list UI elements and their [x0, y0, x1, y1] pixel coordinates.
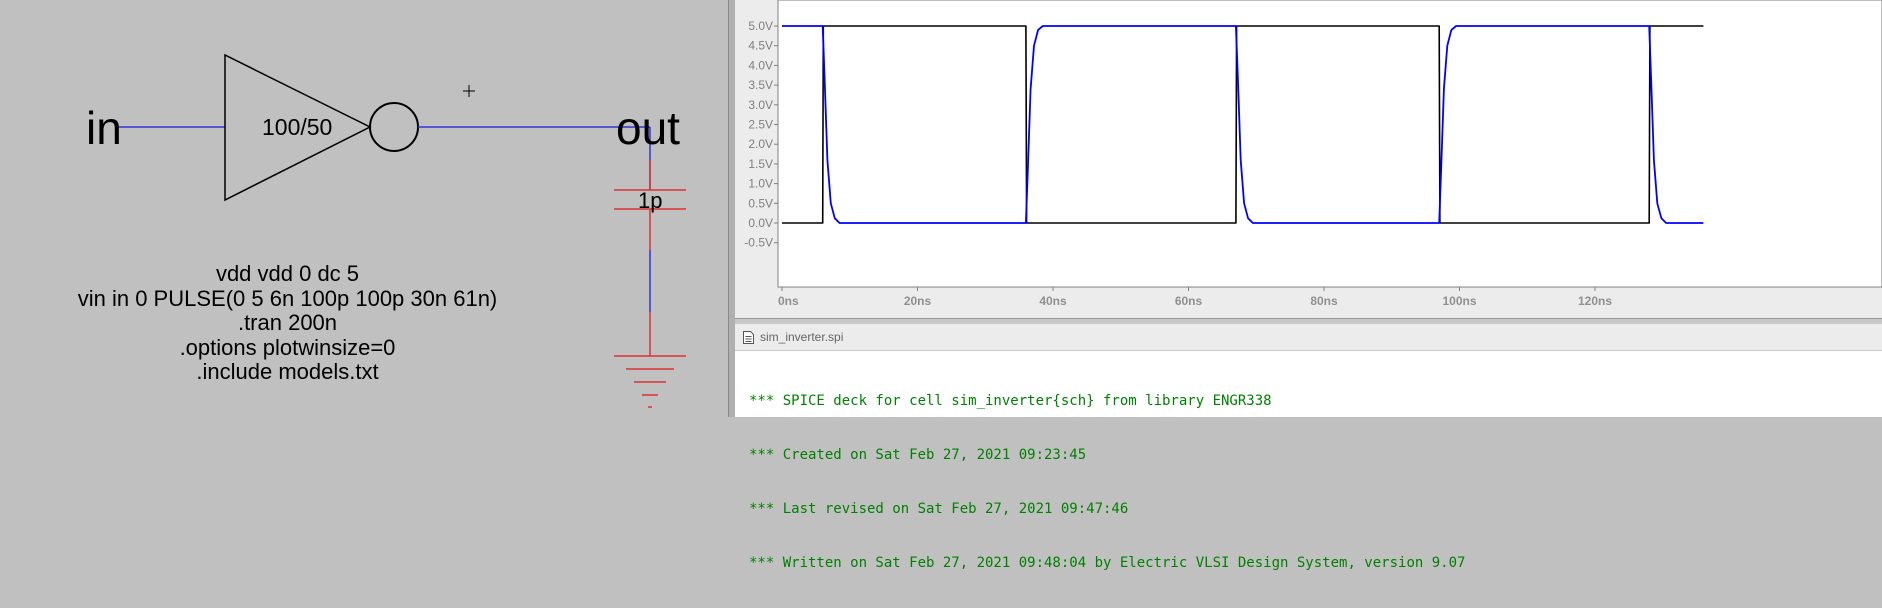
y-tick-label: 3.5V — [748, 78, 773, 92]
y-tick-label: 5.0V — [748, 19, 773, 33]
x-tick-label: 100ns — [1442, 294, 1476, 308]
y-tick-label: -0.5V — [744, 236, 773, 250]
y-tick-label: 4.0V — [748, 58, 773, 72]
schematic-pane[interactable]: in out 100/50 1p vdd vdd 0 dc 5 vin in 0… — [0, 0, 728, 417]
ground-symbol[interactable] — [614, 355, 686, 408]
directive-line: .tran 200n — [237, 310, 338, 335]
directive-line: .options plotwinsize=0 — [179, 334, 396, 360]
waveform-pane[interactable]: 5.0V 4.5V 4.0V 3.5V 3.0V 2.5V 2.0V 1.5V 1.0V 0.5V… — [735, 0, 1882, 318]
net-label-in[interactable]: in — [86, 105, 122, 151]
editor-tab[interactable]: sim_inverter.spi — [735, 324, 1882, 351]
x-tick-label: 120ns — [1578, 294, 1612, 308]
directive-line: vin in 0 PULSE(0 5 6n 100p 100p 30n 61n) — [77, 285, 498, 311]
y-tick-label: 0.0V — [748, 216, 773, 230]
directive-line: vdd vdd 0 dc 5 — [215, 261, 360, 286]
y-tick-label: 2.5V — [748, 118, 773, 132]
spice-directives-block[interactable]: vdd vdd 0 dc 5 vin in 0 PULSE(0 5 6n 100… — [40, 261, 535, 385]
y-tick-label: 2.0V — [748, 137, 773, 151]
document-icon — [743, 331, 754, 344]
x-tick-label: 60ns — [1175, 294, 1203, 308]
netlist-editor-pane[interactable]: sim_inverter.spi *** SPICE deck for cell… — [735, 324, 1882, 571]
directive-line: .include models.txt — [196, 359, 379, 384]
x-tick-label: 0ns — [778, 294, 799, 308]
netlist-line[interactable]: *** Last revised on Sat Feb 27, 2021 09:… — [749, 500, 1465, 518]
inverter-bubble[interactable] — [369, 102, 419, 152]
x-tick-label: 40ns — [1039, 294, 1067, 308]
gate-size-label[interactable]: 100/50 — [262, 114, 332, 141]
y-tick-label: 0.5V — [748, 196, 773, 210]
plot-area[interactable] — [777, 0, 1882, 288]
netlist-line[interactable]: *** Written on Sat Feb 27, 2021 09:48:04… — [749, 554, 1465, 572]
y-tick-label: 1.0V — [748, 177, 773, 191]
editor-filename: sim_inverter.spi — [760, 330, 844, 344]
netlist-line[interactable]: *** SPICE deck for cell sim_inverter{sch… — [749, 392, 1465, 410]
capacitor-value-label[interactable]: 1p — [638, 188, 662, 214]
waveform-plot[interactable]: 5.0V 4.5V 4.0V 3.5V 3.0V 2.5V 2.0V 1.5V 1.0V 0.5V… — [735, 0, 1882, 318]
y-tick-label: 4.5V — [748, 39, 773, 53]
net-label-out[interactable]: out — [616, 105, 680, 151]
crosshair-cursor-icon — [463, 85, 475, 97]
x-tick-label: 20ns — [904, 294, 932, 308]
x-tick-label: 80ns — [1310, 294, 1338, 308]
netlist-line[interactable]: *** Created on Sat Feb 27, 2021 09:23:45 — [749, 446, 1465, 464]
y-tick-label: 3.0V — [748, 98, 773, 112]
y-tick-label: 1.5V — [748, 157, 773, 171]
netlist-text[interactable]: *** SPICE deck for cell sim_inverter{sch… — [749, 356, 1465, 608]
